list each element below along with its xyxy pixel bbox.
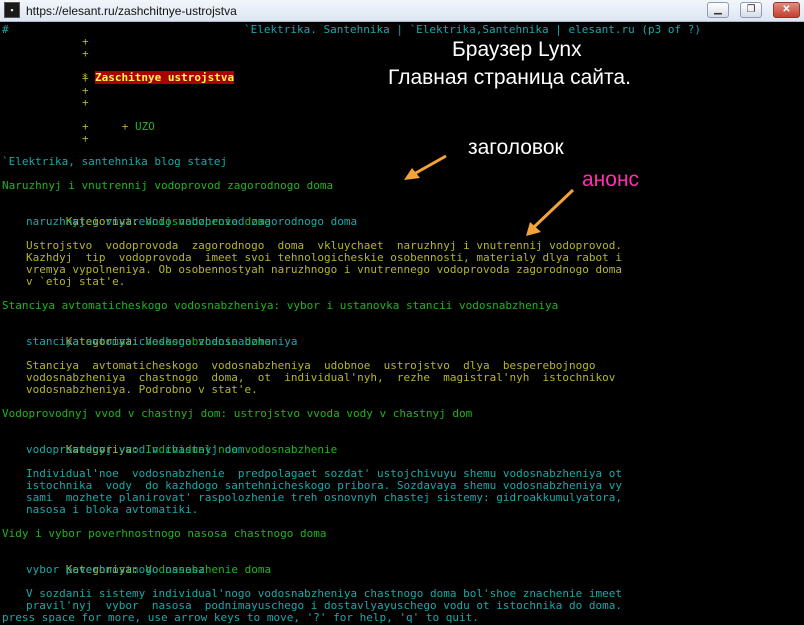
lynx-window: ▪ https://elesant.ru/zashchitnye-ustrojs… [0, 0, 804, 625]
arrow-teaser [526, 188, 575, 236]
annotation-arrows [404, 154, 575, 236]
arrow-heading [404, 154, 447, 180]
